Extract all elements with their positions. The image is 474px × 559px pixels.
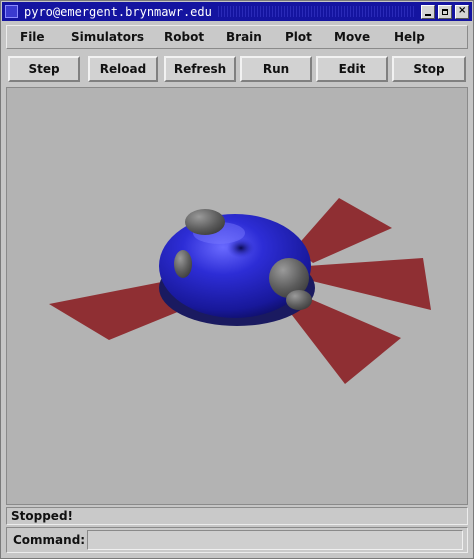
status-bar: Stopped! (6, 507, 468, 525)
menu-move[interactable]: Move (334, 30, 370, 44)
menu-plot[interactable]: Plot (285, 30, 312, 44)
close-button[interactable]: × (455, 4, 469, 19)
minimize-button[interactable] (421, 4, 435, 19)
bumper-front-right-lower (286, 290, 312, 310)
bumper-left (174, 250, 192, 278)
robot-3d-view[interactable] (6, 87, 468, 505)
command-input[interactable] (87, 530, 463, 550)
command-label: Command: (13, 533, 86, 547)
menu-brain[interactable]: Brain (226, 30, 262, 44)
menu-help[interactable]: Help (394, 30, 425, 44)
menu-simulators[interactable]: Simulators (71, 30, 144, 44)
close-icon: × (458, 4, 467, 16)
step-button[interactable]: Step (8, 56, 80, 82)
maximize-button[interactable] (438, 4, 452, 19)
sensor-beam-front-right (307, 258, 431, 310)
menu-bar: File Simulators Robot Brain Plot Move He… (6, 25, 468, 49)
sensor-beam-front-upper (295, 198, 392, 263)
bumper-back-left (185, 209, 225, 235)
menu-robot[interactable]: Robot (164, 30, 204, 44)
reload-button[interactable]: Reload (88, 56, 158, 82)
edit-button[interactable]: Edit (316, 56, 388, 82)
title-bar[interactable]: pyro@emergent.brynmawr.edu × (2, 2, 472, 21)
status-text: Stopped! (11, 509, 74, 523)
stop-button[interactable]: Stop (392, 56, 466, 82)
minimize-icon (425, 9, 431, 16)
refresh-button[interactable]: Refresh (164, 56, 236, 82)
menu-file[interactable]: File (20, 30, 45, 44)
pyro-window: pyro@emergent.brynmawr.edu × File Simula… (0, 0, 474, 559)
title-bar-stripes (217, 6, 415, 17)
window-menu-icon[interactable] (5, 5, 18, 18)
command-row: Command: (6, 527, 468, 553)
maximize-icon (442, 8, 448, 15)
window-title: pyro@emergent.brynmawr.edu (24, 4, 212, 19)
toolbar: Step Reload Refresh Run Edit Stop (6, 55, 468, 85)
run-button[interactable]: Run (240, 56, 312, 82)
robot-scene (49, 198, 431, 384)
